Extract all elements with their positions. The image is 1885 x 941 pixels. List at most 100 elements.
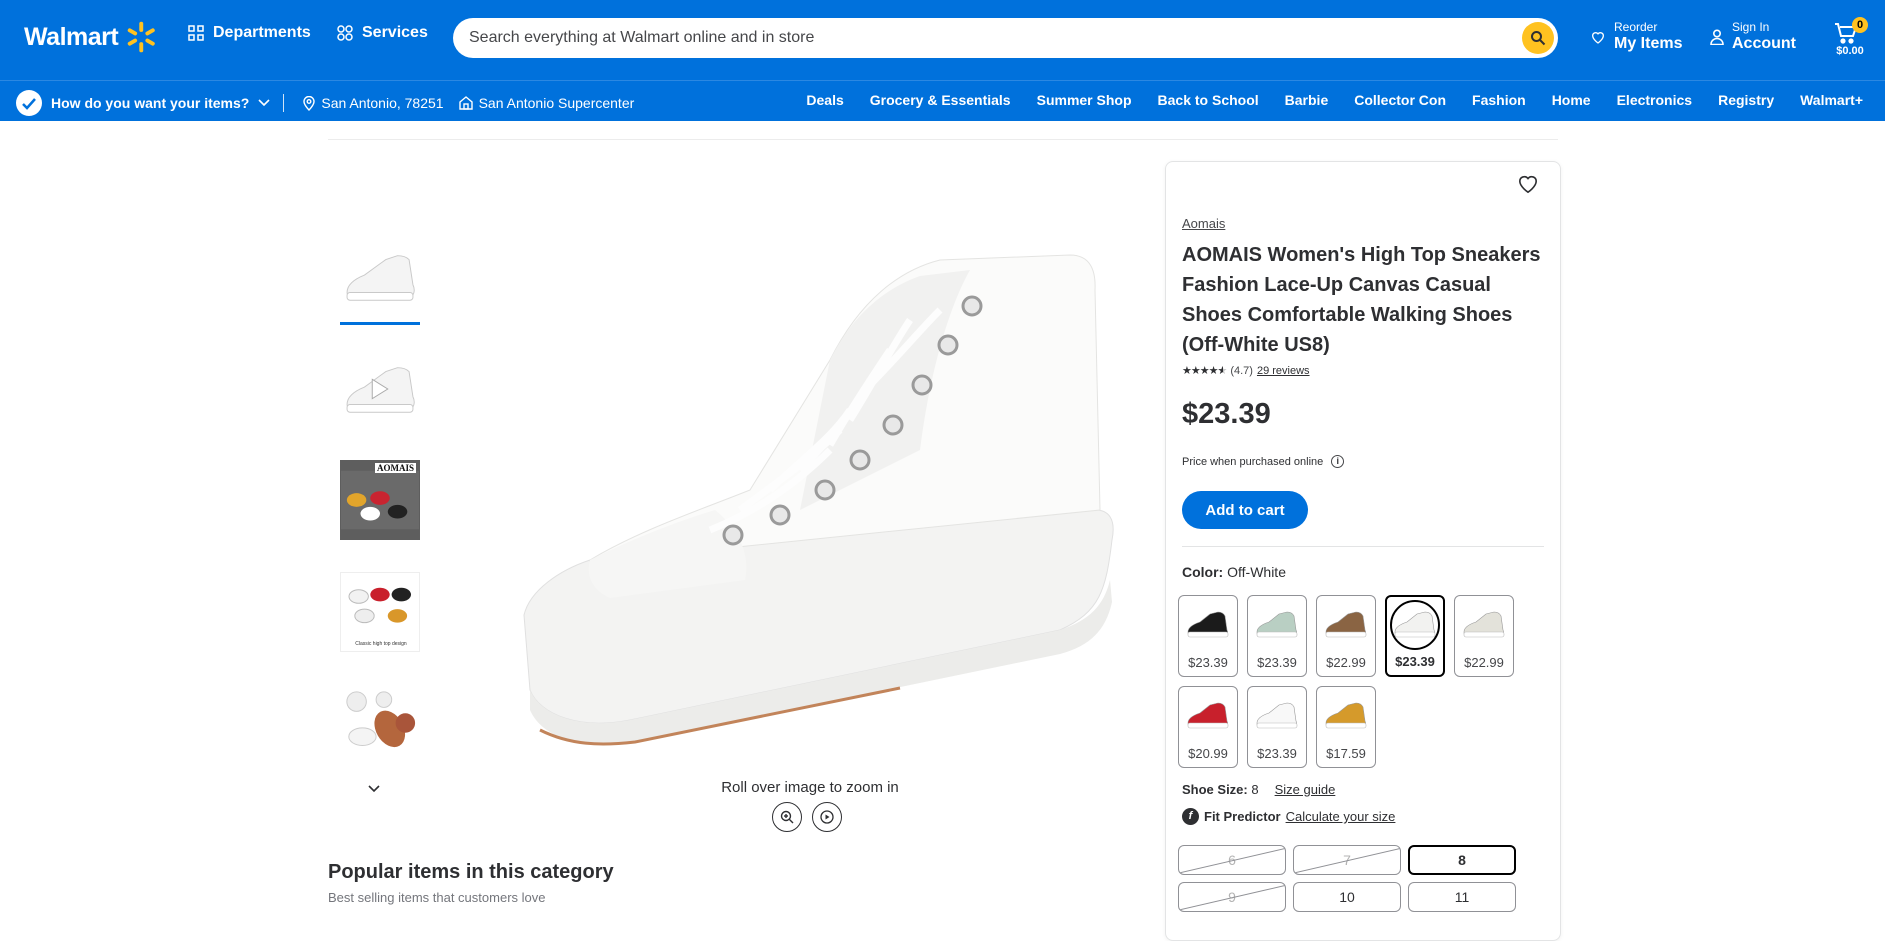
color-swatch[interactable]: $17.59 [1316,686,1376,768]
secondary-nav: How do you want your items? San Antonio,… [0,80,1885,121]
thumbnail-color-lineup[interactable]: AOMAIS [340,460,420,540]
swatch-shoe-image [1254,697,1300,735]
services-label: Services [362,24,428,41]
swatch-shoe-image [1254,606,1300,644]
product-rating[interactable]: ★★★★★ ★ (4.7) 29 reviews [1182,364,1310,378]
delivery-selector[interactable]: How do you want your items? San Antonio,… [16,90,634,116]
category-link[interactable]: Walmart+ [1800,92,1863,108]
info-icon[interactable]: i [1331,455,1345,468]
category-link[interactable]: Fashion [1472,92,1526,108]
account-link[interactable]: Sign In Account [1710,20,1796,54]
store-selector[interactable]: San Antonio Supercenter [458,95,635,111]
zoom-button[interactable] [772,802,802,832]
departments-label: Departments [213,24,311,41]
popular-items-section: Popular items in this category Best sell… [328,861,614,905]
category-link[interactable]: Home [1552,92,1591,108]
main-product-image[interactable] [500,210,1140,750]
category-link[interactable]: Electronics [1617,92,1692,108]
size-option[interactable]: 8 [1408,845,1516,875]
store-icon [458,96,473,110]
high-top-sneaker-image [523,254,1114,746]
category-nav: Deals Grocery & Essentials Summer Shop Back… [806,92,1863,108]
rating-value: (4.7) [1230,364,1253,377]
thumbnail-caption: Classic high top design [355,641,407,647]
account-label: Account [1732,35,1796,52]
color-swatch[interactable]: $23.39 [1178,595,1238,677]
category-link[interactable]: Collector Con [1354,92,1446,108]
search-input[interactable] [469,29,1522,47]
color-swatch[interactable]: $22.99 [1316,595,1376,677]
thumbnail-video[interactable] [340,349,420,429]
search-icon [1531,31,1546,46]
sole-detail-image [346,691,416,748]
category-link[interactable]: Back to School [1158,92,1259,108]
classic-design-image [348,587,411,624]
color-swatch[interactable]: $23.39 [1247,686,1307,768]
size-guide-link[interactable]: Size guide [1275,782,1336,797]
star-rating-icon: ★★★★★ ★ [1182,365,1227,377]
location-zip[interactable]: San Antonio, 78251 [303,95,444,111]
shoe-thumbnail-image [346,255,415,301]
popular-items-subtitle: Best selling items that customers love [328,890,546,905]
color-swatch[interactable]: $23.39 [1385,595,1445,677]
thumbnail-brand-text: AOMAIS [374,463,416,473]
color-swatch[interactable]: $22.99 [1454,595,1514,677]
swatch-price: $23.39 [1257,655,1297,670]
my-items-label: My Items [1614,35,1683,52]
swatch-price: $23.39 [1257,746,1297,761]
thumbnail-shoe-side[interactable] [340,237,420,325]
zoom-hint: Roll over image to zoom in [721,779,899,796]
signin-small-label: Sign In [1732,20,1770,34]
departments-button[interactable]: Departments [188,24,311,42]
shoe-size-value: 8 [1251,782,1259,797]
chevron-down-icon [258,99,270,107]
heart-icon [1518,175,1538,194]
delivery-question: How do you want your items? [51,95,250,111]
thumbnails-scroll-down[interactable] [368,780,380,798]
separator [283,94,285,112]
swatch-shoe-image [1323,697,1369,735]
swatch-shoe-image [1185,606,1231,644]
swatch-shoe-image [1390,600,1440,650]
color-swatch[interactable]: $20.99 [1178,686,1238,768]
size-option[interactable]: 9 [1178,882,1286,912]
category-link[interactable]: Grocery & Essentials [870,92,1011,108]
cart-total: $0.00 [1836,45,1864,57]
reorder-link[interactable]: Reorder My Items [1590,20,1682,54]
reviews-link[interactable]: 29 reviews [1257,365,1310,377]
size-option[interactable]: 11 [1408,882,1516,912]
logo-text: Walmart [24,22,119,51]
price-note: Price when purchased online i [1182,455,1345,468]
shoe-size-key: Shoe Size: [1182,782,1248,797]
play-video-button[interactable] [812,802,842,832]
color-swatch[interactable]: $23.39 [1247,595,1307,677]
fit-predictor-label: Fit Predictor [1204,809,1281,824]
zip-label: San Antonio, 78251 [321,95,444,111]
category-link[interactable]: Registry [1718,92,1774,108]
size-option[interactable]: 6 [1178,845,1286,875]
divider [1182,546,1544,547]
thumbnail-sole-detail[interactable] [340,684,420,764]
swatch-price: $23.39 [1188,655,1228,670]
search-button[interactable] [1522,22,1554,54]
fit-predictor-icon: f [1182,808,1199,825]
walmart-logo[interactable]: Walmart [24,20,158,54]
add-to-cart-button[interactable]: Add to cart [1182,491,1308,529]
size-option[interactable]: 7 [1293,845,1401,875]
services-button[interactable]: Services [337,24,428,42]
reorder-small-label: Reorder [1614,20,1658,34]
category-link[interactable]: Summer Shop [1037,92,1132,108]
calculate-size-link[interactable]: Calculate your size [1286,809,1396,824]
thumbnail-classic-design[interactable]: Classic high top design [340,572,420,652]
store-label: San Antonio Supercenter [478,95,635,111]
swatch-price: $20.99 [1188,746,1228,761]
cart-button[interactable]: 0 $0.00 [1832,17,1872,60]
size-option[interactable]: 10 [1293,882,1401,912]
price-note-text: Price when purchased online [1182,455,1324,468]
color-label-value: Off-White [1227,564,1286,580]
top-header: Walmart Departments Services Reorder [0,0,1885,80]
add-to-favorites-button[interactable] [1514,170,1542,198]
category-link[interactable]: Barbie [1285,92,1329,108]
category-link[interactable]: Deals [806,92,843,108]
brand-link[interactable]: Aomais [1182,216,1225,231]
